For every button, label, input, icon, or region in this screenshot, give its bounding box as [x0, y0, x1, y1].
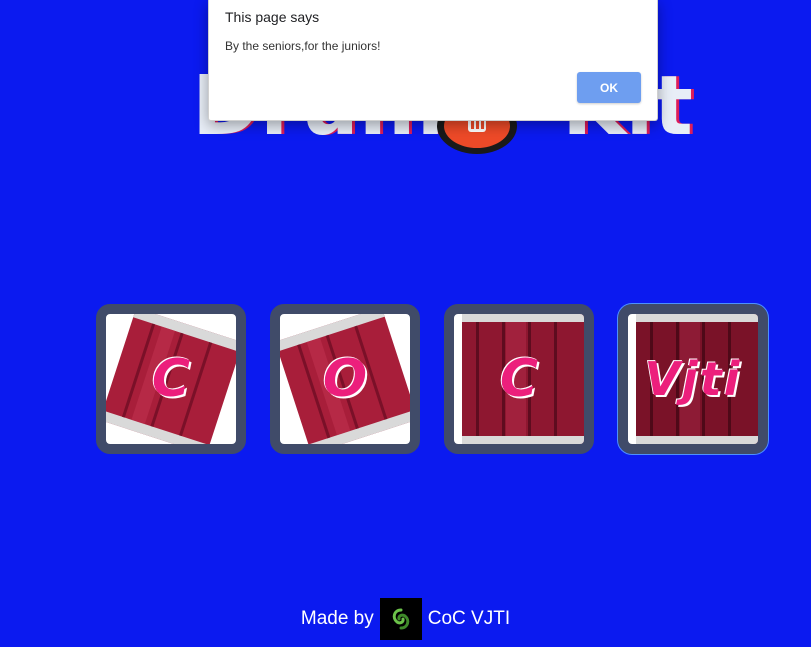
- drum-button-c2[interactable]: C: [444, 304, 594, 454]
- drum-letter: C: [151, 349, 191, 409]
- dialog-title: This page says: [225, 9, 320, 25]
- drum-letter: C: [499, 349, 539, 409]
- footer: Made by CoC VJTI: [0, 598, 811, 640]
- dialog-message: By the seniors,for the juniors!: [225, 39, 381, 53]
- coc-logo-icon: [379, 598, 422, 640]
- drum-letter: Vjti: [644, 352, 742, 406]
- ok-button[interactable]: OK: [577, 72, 641, 103]
- drum-button-c1[interactable]: C: [96, 304, 246, 454]
- footer-org-name: CoC VJTI: [427, 608, 511, 629]
- drum-button-o[interactable]: O: [270, 304, 420, 454]
- footer-made-by: Made by: [300, 608, 374, 629]
- alert-dialog: This page says By the seniors,for the ju…: [208, 0, 658, 121]
- drum-set: C O C Vjti: [96, 303, 776, 456]
- drum-letter: O: [322, 349, 368, 409]
- drum-button-vjti[interactable]: Vjti: [617, 303, 769, 455]
